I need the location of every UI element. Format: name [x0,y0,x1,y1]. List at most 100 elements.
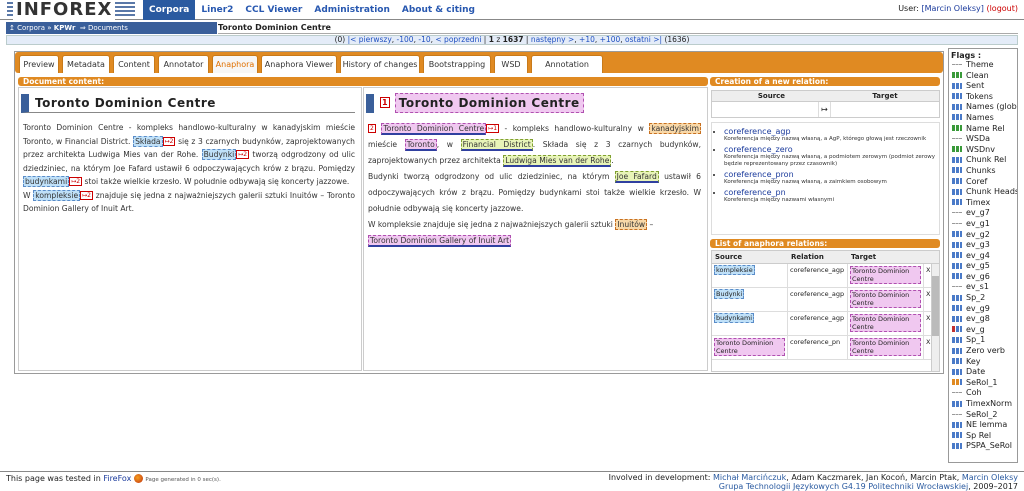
flag-item[interactable]: Clean [949,71,1017,82]
tab-bootstrapping[interactable]: Bootstrapping [423,55,491,73]
flag-item[interactable]: Zero verb [949,346,1017,357]
flag-item[interactable]: Names [949,113,1017,124]
pager-plus100[interactable]: +100 [600,35,621,44]
flag-item[interactable]: Coref [949,177,1017,188]
flag-item[interactable]: ev_g3 [949,240,1017,251]
flag-status-icon[interactable] [952,326,962,333]
flag-item[interactable]: Chunk Rel [949,155,1017,166]
flag-status-icon[interactable] [952,336,962,343]
flag-status-icon[interactable] [952,64,962,65]
flag-status-icon[interactable] [952,432,962,439]
pager-minus10[interactable]: -10 [418,35,430,44]
flag-status-icon[interactable] [952,286,962,288]
annotation-kompleksie[interactable]: kompleksie [33,189,81,201]
annotation-gallery[interactable]: Toronto Dominion Gallery of Inuit Art [368,235,512,247]
flag-item[interactable]: TimexNorm [949,399,1017,410]
flag-status-icon[interactable] [952,93,962,100]
flag-status-icon[interactable] [952,138,962,140]
flag-status-icon[interactable] [952,347,962,354]
menu-ccl-viewer[interactable]: CCL Viewer [239,0,308,20]
relation-source[interactable]: Budynki [714,289,745,299]
flag-item[interactable]: ev_s1 [949,282,1017,293]
relation-type-zero[interactable]: coreference_zero [724,145,793,154]
flag-status-icon[interactable] [952,294,962,301]
flag-item[interactable]: SeRol_1 [949,378,1017,389]
flag-item[interactable]: Date [949,367,1017,378]
firefox-link[interactable]: FireFox [103,474,131,483]
flag-item[interactable]: ev_g9 [949,304,1017,315]
developer-link[interactable]: Michał Marcińczuk [713,473,786,482]
flag-item[interactable]: ev_g6 [949,272,1017,283]
flag-item[interactable]: Sp Rel [949,431,1017,442]
flag-status-icon[interactable] [952,358,962,365]
menu-about[interactable]: About & citing [396,0,481,20]
flag-status-icon[interactable] [952,368,962,375]
flag-status-icon[interactable] [952,421,962,428]
flag-item[interactable]: Sp_1 [949,335,1017,346]
annotation-joe-fafard[interactable]: Joe Fafard [614,171,659,183]
annotation-toronto-dc[interactable]: Toronto Dominion Centre [381,123,487,135]
flag-item[interactable]: ev_g7 [949,208,1017,219]
flag-item[interactable]: ev_g2 [949,230,1017,241]
pager-prev[interactable]: < poprzedni [435,35,481,44]
flag-item[interactable]: WSDnv [949,145,1017,156]
developer-link[interactable]: Marcin Oleksy [962,473,1018,482]
relation-target[interactable]: Toronto Dominion Centre [850,338,921,356]
flag-status-icon[interactable] [952,241,962,248]
annotation-inuitow[interactable]: Inuitów [615,219,648,230]
relation-type-pron[interactable]: coreference_pron [724,170,794,179]
relation-marker-icon[interactable]: ↦2 [162,136,176,146]
breadcrumb-corpus[interactable]: KPWr [54,24,76,32]
pager-last[interactable]: ostatni >| [625,35,662,44]
flag-item[interactable]: Chunk Heads [949,187,1017,198]
annotation-kanadyjskim[interactable]: kanadyjskim [649,123,701,134]
flag-item[interactable]: Timex [949,198,1017,209]
flag-item[interactable]: Sp_2 [949,293,1017,304]
flag-status-icon[interactable] [952,231,962,237]
annotation-budynki[interactable]: Budynki [201,149,237,160]
flag-item[interactable]: Chunks [949,166,1017,177]
flag-status-icon[interactable] [952,252,962,259]
scrollbar-thumb[interactable] [932,276,939,336]
menu-corpora[interactable]: Corpora [143,0,196,20]
flag-item[interactable]: PSPA_SeRol [949,441,1017,452]
flag-status-icon[interactable] [952,178,962,185]
flag-item[interactable]: NE lemma [949,420,1017,431]
flag-item[interactable]: Coh [949,388,1017,399]
flag-status-icon[interactable] [952,305,962,312]
flag-status-icon[interactable] [952,72,962,79]
annotated-title-text[interactable]: Toronto Dominion Centre [394,93,584,113]
flag-status-icon[interactable] [952,262,962,269]
annotation-toronto[interactable]: Toronto [404,139,437,151]
flag-status-icon[interactable] [952,167,962,174]
relation-marker-icon[interactable]: ↦2 [236,150,250,159]
pager-minus100[interactable]: -100 [397,35,414,44]
flag-item[interactable]: Sent [949,81,1017,92]
flag-item[interactable]: SeRol_2 [949,410,1017,421]
menu-liner2[interactable]: Liner2 [195,0,239,20]
flag-item[interactable]: ev_g8 [949,314,1017,325]
tab-history[interactable]: History of changes [340,55,420,73]
flag-item[interactable]: Theme [949,60,1017,71]
new-relation-target-slot[interactable] [831,102,939,117]
flag-item[interactable]: Name Rel [949,124,1017,135]
flag-item[interactable]: ev_g5 [949,261,1017,272]
pager-plus10[interactable]: +10 [579,35,595,44]
flag-status-icon[interactable] [952,222,962,224]
flag-status-icon[interactable] [952,400,962,407]
tab-wsd[interactable]: WSD [494,55,528,73]
breadcrumb-documents[interactable]: Documents [88,24,128,32]
annotation-ludwiga[interactable]: Ludwiga Mies van der Rohe [503,155,612,167]
flag-item[interactable]: Names (global) [949,102,1017,113]
relation-target[interactable]: Toronto Dominion Centre [850,314,921,332]
flag-item[interactable]: ev_g [949,325,1017,336]
pager-next[interactable]: następny > [531,35,574,44]
inforex-logo[interactable]: INFOREX [7,0,135,20]
flag-status-icon[interactable] [952,188,962,195]
logout-link[interactable]: (logout) [986,4,1018,13]
annotation-skladasie[interactable]: Składa [133,135,163,147]
flag-item[interactable]: ev_g1 [949,219,1017,230]
flag-item[interactable]: ev_g4 [949,251,1017,262]
flag-status-icon[interactable] [952,315,962,322]
flag-status-icon[interactable] [952,273,962,280]
